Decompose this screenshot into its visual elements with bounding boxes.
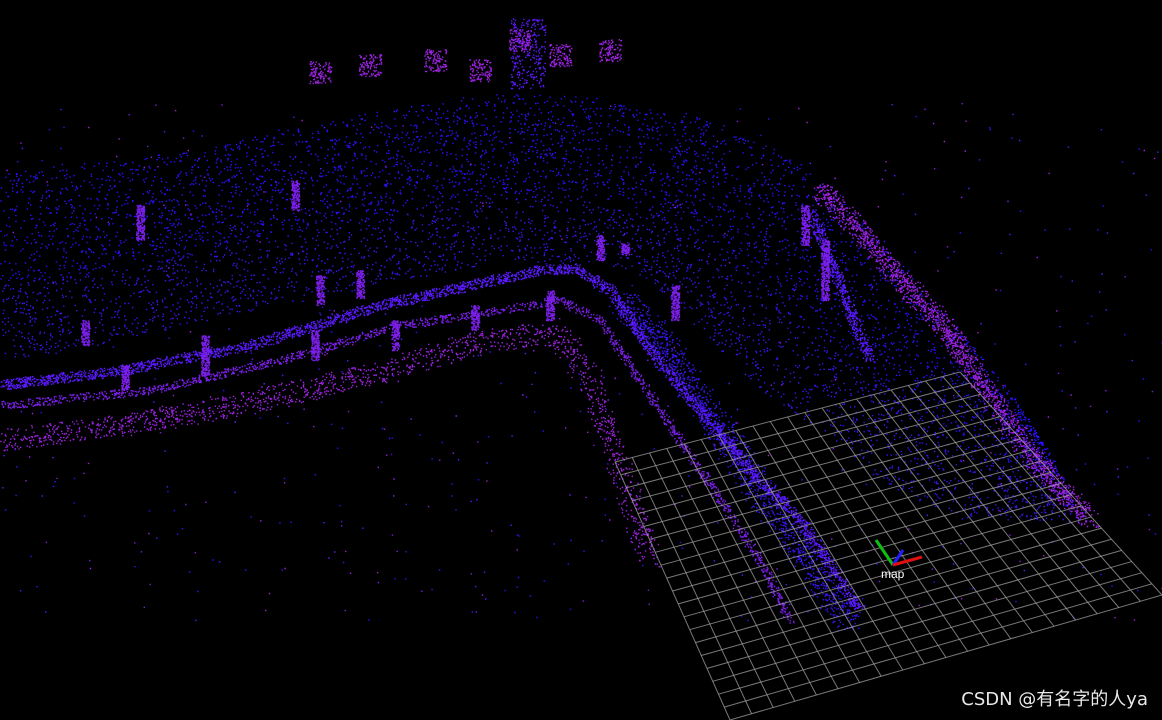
scene-canvas[interactable]: map [0,0,1162,720]
watermark-text: CSDN @有名字的人ya [961,689,1148,710]
point-cloud-points [0,18,1162,621]
3d-viewport[interactable]: map CSDN @有名字的人ya [0,0,1162,720]
grid-line [959,371,1162,596]
point-cloud-points [2,110,1162,632]
grid-line [925,380,1120,608]
ground-grid [614,371,1162,720]
point-cloud [0,18,1162,632]
frame-label: map [881,567,905,581]
